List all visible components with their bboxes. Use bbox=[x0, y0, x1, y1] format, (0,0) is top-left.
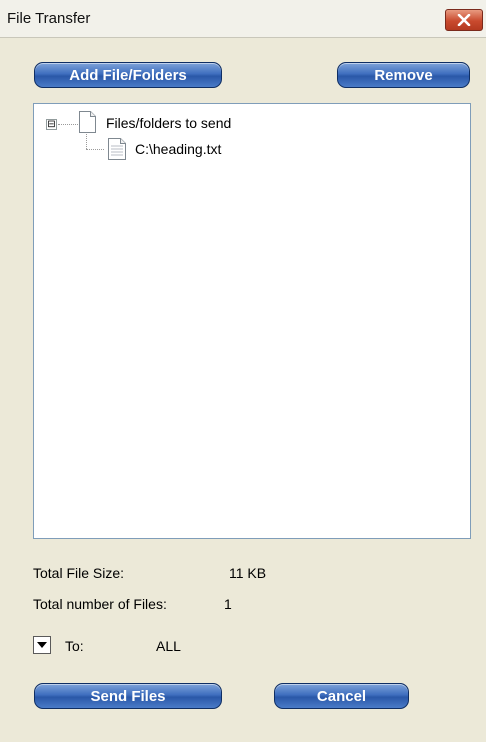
send-files-button-label: Send Files bbox=[90, 687, 166, 705]
cancel-button[interactable]: Cancel bbox=[274, 683, 409, 709]
title-bar: File Transfer bbox=[0, 0, 486, 38]
text-file-icon bbox=[108, 138, 126, 160]
tree-file-label: C:\heading.txt bbox=[135, 141, 222, 157]
total-size-label: Total File Size: bbox=[33, 565, 125, 581]
tree-connector bbox=[58, 124, 78, 125]
tree-connector bbox=[86, 149, 104, 150]
total-files-value: 1 bbox=[224, 596, 232, 612]
to-label: To: bbox=[65, 638, 84, 654]
remove-button-label: Remove bbox=[374, 66, 433, 84]
cancel-button-label: Cancel bbox=[316, 687, 367, 705]
close-button[interactable] bbox=[445, 9, 483, 31]
tree-root-label: Files/folders to send bbox=[106, 115, 232, 131]
add-files-button-label: Add File/Folders bbox=[69, 66, 187, 84]
window-title: File Transfer bbox=[7, 10, 91, 27]
total-size-value: 11 KB bbox=[229, 565, 267, 581]
close-icon bbox=[457, 14, 471, 26]
chevron-down-icon bbox=[37, 641, 47, 648]
recipient-dropdown-button[interactable] bbox=[33, 636, 51, 654]
tree-connector bbox=[86, 134, 87, 149]
document-icon bbox=[79, 111, 96, 133]
file-tree[interactable]: ⊟ Files/folders to send C:\heading.txt bbox=[33, 103, 471, 539]
collapse-toggle[interactable]: ⊟ bbox=[46, 119, 57, 130]
add-files-button[interactable]: Add File/Folders bbox=[34, 62, 222, 88]
send-files-button[interactable]: Send Files bbox=[34, 683, 222, 709]
recipient-value: ALL bbox=[156, 638, 181, 654]
remove-button[interactable]: Remove bbox=[337, 62, 470, 88]
total-files-label: Total number of Files: bbox=[33, 596, 167, 612]
